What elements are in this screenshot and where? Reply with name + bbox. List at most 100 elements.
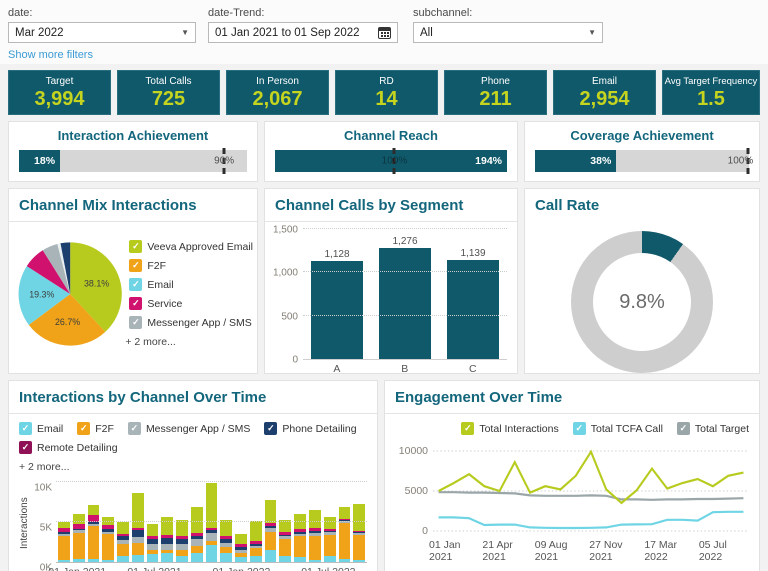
bar-segment[interactable] xyxy=(58,559,70,562)
stacked-bar[interactable] xyxy=(279,519,292,562)
bar-segment[interactable] xyxy=(190,546,203,554)
stacked-bar[interactable] xyxy=(87,505,100,562)
bar-segment[interactable] xyxy=(309,536,321,560)
legend-more-link[interactable]: + 2 more... xyxy=(125,336,253,348)
bar-segment[interactable] xyxy=(131,554,144,562)
gauge-bar[interactable]: 194% 100% xyxy=(275,148,507,174)
legend-item[interactable]: ✓ Phone Detailing xyxy=(264,422,357,435)
kpi-card[interactable]: RD 14 xyxy=(335,70,438,115)
date-trend-input[interactable]: 01 Jan 2021 to 01 Sep 2022 xyxy=(208,22,398,43)
stacked-bar[interactable] xyxy=(323,517,336,562)
legend-item[interactable]: ✓ Messenger App / SMS xyxy=(127,422,250,435)
legend-item[interactable]: ✓ Total Interactions xyxy=(461,422,559,435)
bar-segment[interactable] xyxy=(131,530,144,538)
kpi-card[interactable]: In Person 2,067 xyxy=(226,70,329,115)
bar-segment[interactable] xyxy=(220,520,233,537)
bar-segment[interactable] xyxy=(353,503,366,531)
stacked-bar[interactable] xyxy=(146,523,159,562)
stacked-bar[interactable] xyxy=(264,499,277,562)
stacked-bar[interactable] xyxy=(176,520,188,562)
bar[interactable] xyxy=(379,248,431,359)
stacked-bar[interactable] xyxy=(161,517,174,562)
stacked-bar[interactable] xyxy=(117,522,129,562)
subchannel-dropdown[interactable]: All ▼ xyxy=(413,22,603,43)
bar[interactable] xyxy=(311,261,363,359)
stacked-bar[interactable] xyxy=(58,522,70,562)
bar-segment[interactable] xyxy=(102,559,115,562)
legend-item[interactable]: ✓ Email xyxy=(19,422,63,435)
stacked-bar[interactable] xyxy=(353,503,366,562)
bar-segment[interactable] xyxy=(161,553,174,562)
bar-segment[interactable] xyxy=(353,559,366,562)
bar-segment[interactable] xyxy=(131,542,144,555)
legend-item[interactable]: ✓ F2F xyxy=(129,259,253,272)
stacked-bar[interactable] xyxy=(220,520,233,562)
legend-checkbox[interactable]: ✓ xyxy=(129,297,143,310)
legend-item[interactable]: ✓ Service xyxy=(129,297,253,310)
line-series-total-tcfa-call[interactable] xyxy=(438,510,744,530)
stacked-bar[interactable] xyxy=(205,482,218,562)
legend-item[interactable]: ✓ Email xyxy=(129,278,253,291)
bar-segment[interactable] xyxy=(190,538,203,547)
bar-segment[interactable] xyxy=(279,538,292,557)
bar-segment[interactable] xyxy=(249,548,262,556)
legend-checkbox[interactable]: ✓ xyxy=(676,422,690,435)
bar-segment[interactable] xyxy=(294,536,307,558)
stacked-bar[interactable] xyxy=(190,506,203,562)
bar-segment[interactable] xyxy=(338,558,351,562)
donut-chart[interactable]: 9.8% xyxy=(571,231,713,373)
bar-segment[interactable] xyxy=(58,536,70,560)
bar-segment[interactable] xyxy=(338,506,351,519)
bar-segment[interactable] xyxy=(131,493,144,528)
bar-segment[interactable] xyxy=(87,526,100,560)
bar-segment[interactable] xyxy=(72,532,85,560)
legend-checkbox[interactable]: ✓ xyxy=(572,422,586,435)
bar-segment[interactable] xyxy=(87,505,100,516)
bar-segment[interactable] xyxy=(353,534,366,560)
date-dropdown[interactable]: Mar 2022 ▼ xyxy=(8,22,196,43)
gauge-bar[interactable]: 38% 100% xyxy=(535,148,753,174)
pie-chart[interactable]: 38.1% 26.7% 19.3% xyxy=(15,232,125,356)
line-series[interactable] xyxy=(433,441,749,537)
bar-segment[interactable] xyxy=(264,499,277,523)
bar-segment[interactable] xyxy=(220,553,233,562)
bar-segment[interactable] xyxy=(117,544,129,556)
bar-segment[interactable] xyxy=(176,555,188,562)
bar-segment[interactable] xyxy=(205,545,218,562)
bar-segment[interactable] xyxy=(323,556,336,562)
bar-segment[interactable] xyxy=(249,555,262,562)
kpi-card[interactable]: Target 3,994 xyxy=(8,70,111,115)
bar-segment[interactable] xyxy=(117,522,129,535)
legend-item[interactable]: ✓ Total TCFA Call xyxy=(572,422,663,435)
bar-segment[interactable] xyxy=(87,559,100,562)
gauge-bar[interactable]: 18% 90% xyxy=(19,148,247,174)
bar-segment[interactable] xyxy=(205,533,218,542)
bar-segment[interactable] xyxy=(249,521,262,542)
legend-checkbox[interactable]: ✓ xyxy=(19,422,32,435)
line-series-total-target[interactable] xyxy=(438,491,744,501)
bar-segment[interactable] xyxy=(176,520,188,537)
legend-checkbox[interactable]: ✓ xyxy=(461,422,475,435)
legend-checkbox[interactable]: ✓ xyxy=(127,422,141,435)
legend-item[interactable]: ✓ Total Target xyxy=(676,422,749,435)
legend-checkbox[interactable]: ✓ xyxy=(129,259,143,272)
legend-item[interactable]: ✓ Veeva Approved Email xyxy=(129,240,253,253)
legend-item[interactable]: ✓ Messenger App / SMS xyxy=(129,316,253,329)
kpi-card[interactable]: Email 2,954 xyxy=(553,70,656,115)
bar-segment[interactable] xyxy=(235,557,247,562)
bar-segment[interactable] xyxy=(294,557,307,562)
stacked-bar[interactable] xyxy=(338,506,351,562)
bar-segment[interactable] xyxy=(309,510,321,529)
legend-item[interactable]: ✓ F2F xyxy=(77,422,114,435)
kpi-card[interactable]: Total Calls 725 xyxy=(117,70,220,115)
bar-segment[interactable] xyxy=(72,514,85,525)
bar-segment[interactable] xyxy=(117,555,129,562)
bar-segment[interactable] xyxy=(190,553,203,562)
bar-segment[interactable] xyxy=(146,554,159,562)
kpi-card[interactable]: Avg Target Frequency 1.5 xyxy=(662,70,760,115)
stacked-bar[interactable] xyxy=(102,517,115,562)
kpi-card[interactable]: Phone 211 xyxy=(444,70,547,115)
legend-checkbox[interactable]: ✓ xyxy=(264,422,278,435)
show-more-filters-link[interactable]: Show more filters xyxy=(8,49,93,61)
bar-segment[interactable] xyxy=(235,534,247,545)
